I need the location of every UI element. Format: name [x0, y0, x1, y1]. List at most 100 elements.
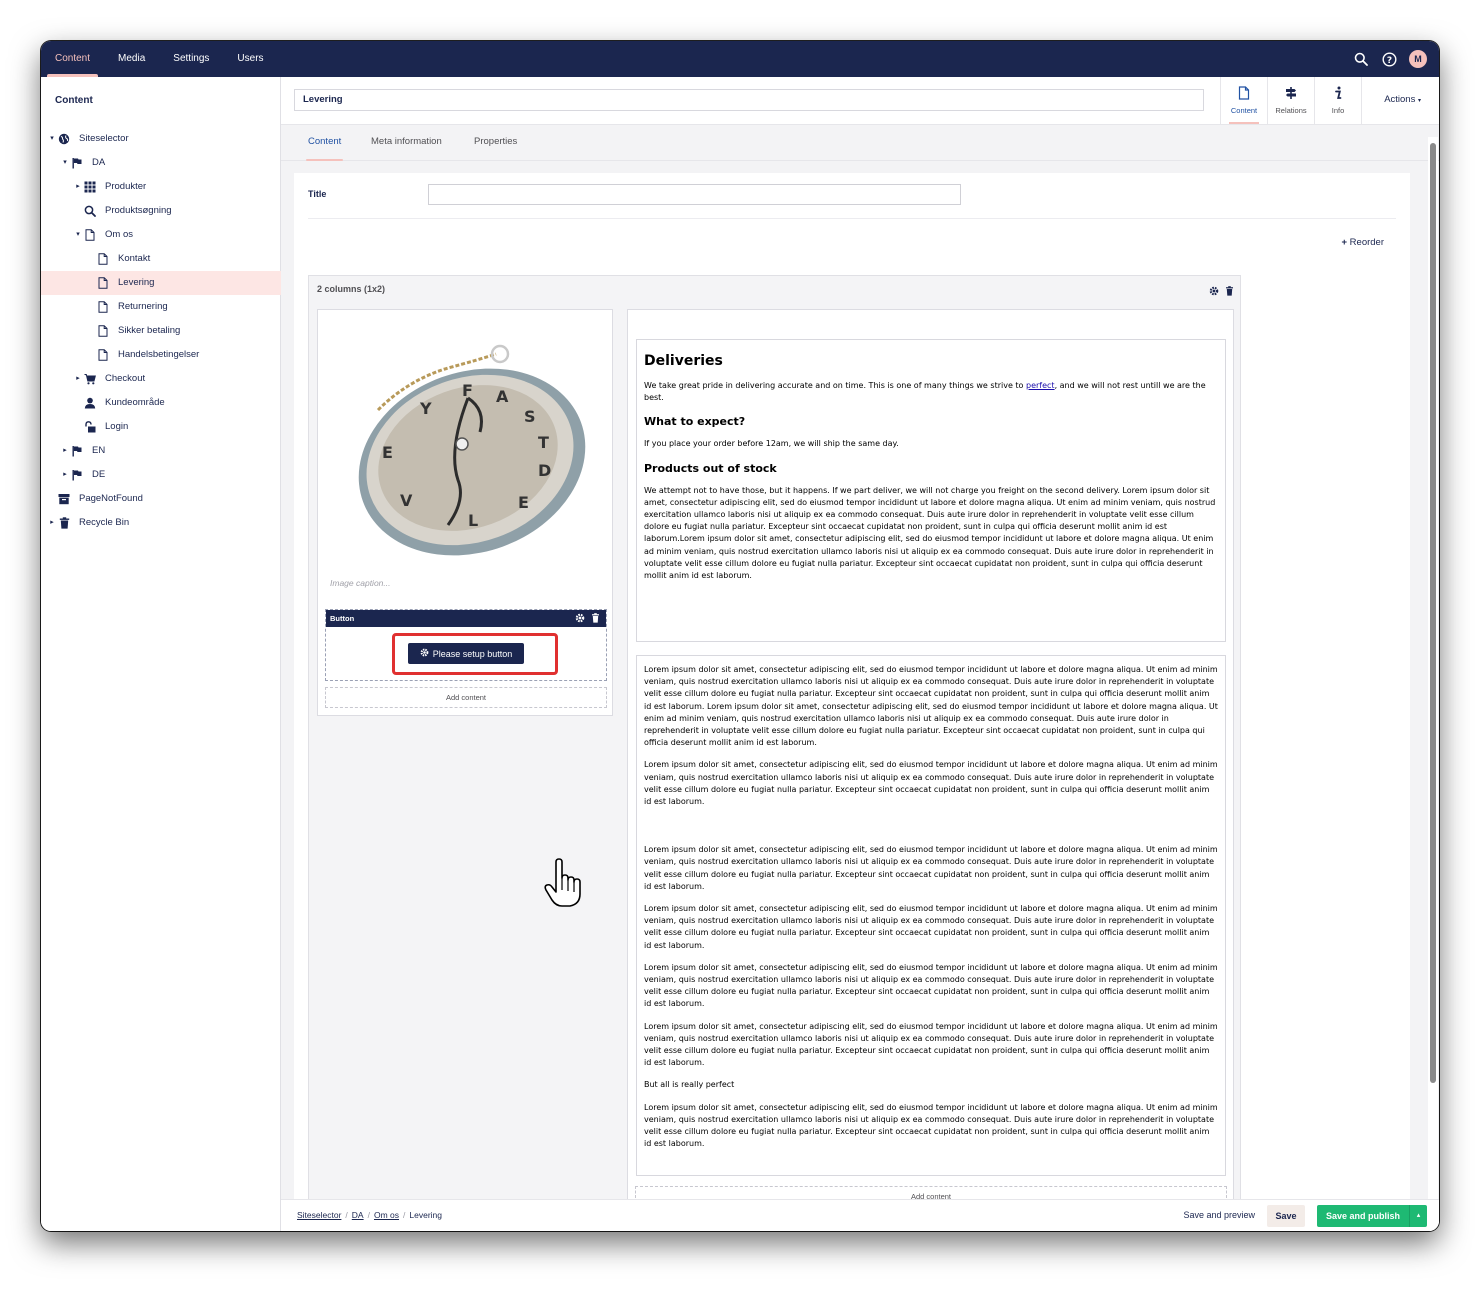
- trash-icon[interactable]: [591, 612, 600, 629]
- tree-item-en[interactable]: ▸ EN: [41, 439, 281, 463]
- tab-meta-information[interactable]: Meta information: [371, 125, 442, 159]
- caret-down-icon[interactable]: ▾: [60, 151, 70, 175]
- content-tree: ▾ Siteselector ▾ DA ▸ Produkter Produktsøgning…: [41, 127, 281, 535]
- image-caption-input[interactable]: Image caption...: [330, 578, 390, 588]
- help-icon[interactable]: ?: [1381, 51, 1397, 67]
- trash-icon: [57, 516, 71, 530]
- nav-users[interactable]: Users: [223, 41, 277, 77]
- tree-item-da[interactable]: ▾ DA: [41, 151, 281, 175]
- tree-item-recycle-bin[interactable]: ▸ Recycle Bin: [41, 511, 281, 535]
- rte-paragraph: But all is really perfect: [644, 1080, 735, 1090]
- signpost-icon: [1285, 86, 1297, 102]
- cart-icon: [83, 372, 97, 386]
- grid-row-two-columns: 2 columns (1x2) Y F A S T D E L V E Imag…: [308, 275, 1241, 1231]
- nav-content[interactable]: Content: [41, 41, 104, 77]
- tree-item-kundeområde[interactable]: Kundeområde: [41, 391, 281, 415]
- caret-right-icon[interactable]: ▸: [73, 367, 83, 391]
- save-and-preview-button[interactable]: Save and preview: [1183, 1210, 1255, 1220]
- app-relations-button[interactable]: Relations: [1268, 77, 1315, 124]
- gear-icon[interactable]: [1209, 286, 1219, 299]
- app-relations-label: Relations: [1275, 106, 1307, 115]
- svg-text:E: E: [382, 443, 393, 462]
- app-info-label: Info: [1331, 106, 1345, 115]
- chevron-up-icon[interactable]: ▴: [1409, 1205, 1427, 1227]
- user-avatar[interactable]: M: [1409, 50, 1427, 68]
- user-icon: [83, 396, 97, 410]
- title-input[interactable]: [428, 184, 961, 205]
- rte-paragraph: Lorem ipsum dolor sit amet, consectetur …: [644, 665, 1218, 748]
- gear-icon[interactable]: [575, 612, 585, 629]
- tree-item-om-os[interactable]: ▾ Om os: [41, 223, 281, 247]
- save-and-publish-button[interactable]: Save and publish ▴: [1317, 1205, 1427, 1227]
- tree-item-label: Siteselector: [79, 133, 129, 144]
- tree-item-de[interactable]: ▸ DE: [41, 463, 281, 487]
- tree-item-checkout[interactable]: ▸ Checkout: [41, 367, 281, 391]
- tree-item-label: Login: [105, 421, 129, 432]
- sidebar-title: Content: [55, 95, 93, 106]
- breadcrumb-da[interactable]: DA: [352, 1210, 364, 1220]
- intro-text-before: We take great pride in delivering accura…: [644, 381, 1026, 390]
- rte-paragraph: Lorem ipsum dolor sit amet, consectetur …: [644, 904, 1218, 950]
- caret-right-icon[interactable]: ▸: [47, 511, 57, 535]
- hand-cursor-icon: [544, 858, 582, 911]
- tree-item-produkter[interactable]: ▸ Produkter: [41, 175, 281, 199]
- tab-content[interactable]: Content: [305, 125, 344, 161]
- node-name-input[interactable]: Levering: [294, 89, 1204, 111]
- app-window: Content Media Settings Users ? M Content…: [41, 41, 1439, 1231]
- scrollbar-thumb[interactable]: [1430, 143, 1436, 1083]
- editor-header: Levering Content Relations Info Actions …: [281, 77, 1439, 125]
- main-scrollbar[interactable]: [1428, 137, 1438, 1217]
- svg-text:S: S: [524, 407, 536, 426]
- perfect-link[interactable]: perfect: [1026, 381, 1055, 390]
- caret-spacer: [86, 271, 96, 295]
- grid-row-tools: [1209, 286, 1234, 299]
- caret-down-icon[interactable]: ▾: [47, 127, 57, 151]
- rte-paragraph: Lorem ipsum dolor sit amet, consectetur …: [644, 845, 1218, 891]
- svg-text:D: D: [538, 461, 551, 480]
- breadcrumb-om-os[interactable]: Om os: [374, 1210, 399, 1220]
- tree-item-sikker-betaling[interactable]: Sikker betaling: [41, 319, 281, 343]
- caret-spacer: [86, 295, 96, 319]
- tree-item-levering[interactable]: Levering: [41, 271, 281, 295]
- tree-item-handelsbetingelser[interactable]: Handelsbetingelser: [41, 343, 281, 367]
- tab-properties[interactable]: Properties: [474, 125, 517, 159]
- tree-item-label: Levering: [118, 277, 155, 288]
- intro-paragraph: We take great pride in delivering accura…: [644, 380, 1218, 404]
- what-to-expect-heading: What to expect?: [644, 415, 746, 429]
- nav-settings[interactable]: Settings: [159, 41, 223, 77]
- content-tree-sidebar: Content ▾ Siteselector ▾ DA ▸ Produkter Produk…: [41, 77, 281, 1231]
- tree-item-label: Produktsøgning: [105, 205, 172, 216]
- breadcrumb-siteselector[interactable]: Siteselector: [297, 1210, 341, 1220]
- tree-item-label: Handelsbetingelser: [118, 349, 200, 360]
- tree-item-pagenotfound[interactable]: PageNotFound: [41, 487, 281, 511]
- app-info-button[interactable]: Info: [1315, 77, 1362, 124]
- app-content-button[interactable]: Content: [1221, 77, 1268, 124]
- caret-right-icon[interactable]: ▸: [60, 439, 70, 463]
- caret-right-icon[interactable]: ▸: [73, 175, 83, 199]
- tree-item-siteselector[interactable]: ▾ Siteselector: [41, 127, 281, 151]
- trash-icon[interactable]: [1225, 286, 1234, 299]
- tree-item-login[interactable]: Login: [41, 415, 281, 439]
- tree-item-label: Kontakt: [118, 253, 151, 264]
- add-content-button-left[interactable]: Add content: [325, 687, 607, 708]
- rich-text-editor-deliveries[interactable]: Deliveries We take great pride in delive…: [636, 339, 1226, 642]
- rich-text-editor-lorem[interactable]: Lorem ipsum dolor sit amet, consectetur …: [636, 655, 1226, 1176]
- document-icon: [96, 252, 110, 266]
- actions-dropdown[interactable]: Actions ▾: [1384, 94, 1421, 105]
- tree-item-produktsøgning[interactable]: Produktsøgning: [41, 199, 281, 223]
- highlight-box: [392, 633, 558, 675]
- reorder-button[interactable]: + Reorder: [1341, 237, 1384, 248]
- tree-item-kontakt[interactable]: Kontakt: [41, 247, 281, 271]
- caret-down-icon[interactable]: ▾: [73, 223, 83, 247]
- save-button[interactable]: Save: [1267, 1205, 1305, 1227]
- tree-item-returnering[interactable]: Returnering: [41, 295, 281, 319]
- svg-text:Y: Y: [419, 399, 432, 418]
- caret-spacer: [73, 415, 83, 439]
- pocket-watch-image[interactable]: Y F A S T D E L V E: [338, 340, 608, 570]
- tree-item-label: Recycle Bin: [79, 517, 130, 528]
- caret-right-icon[interactable]: ▸: [60, 463, 70, 487]
- nav-media[interactable]: Media: [104, 41, 159, 77]
- chevron-down-icon: ▾: [1417, 98, 1421, 104]
- search-icon[interactable]: [1353, 51, 1369, 67]
- document-icon: [96, 348, 110, 362]
